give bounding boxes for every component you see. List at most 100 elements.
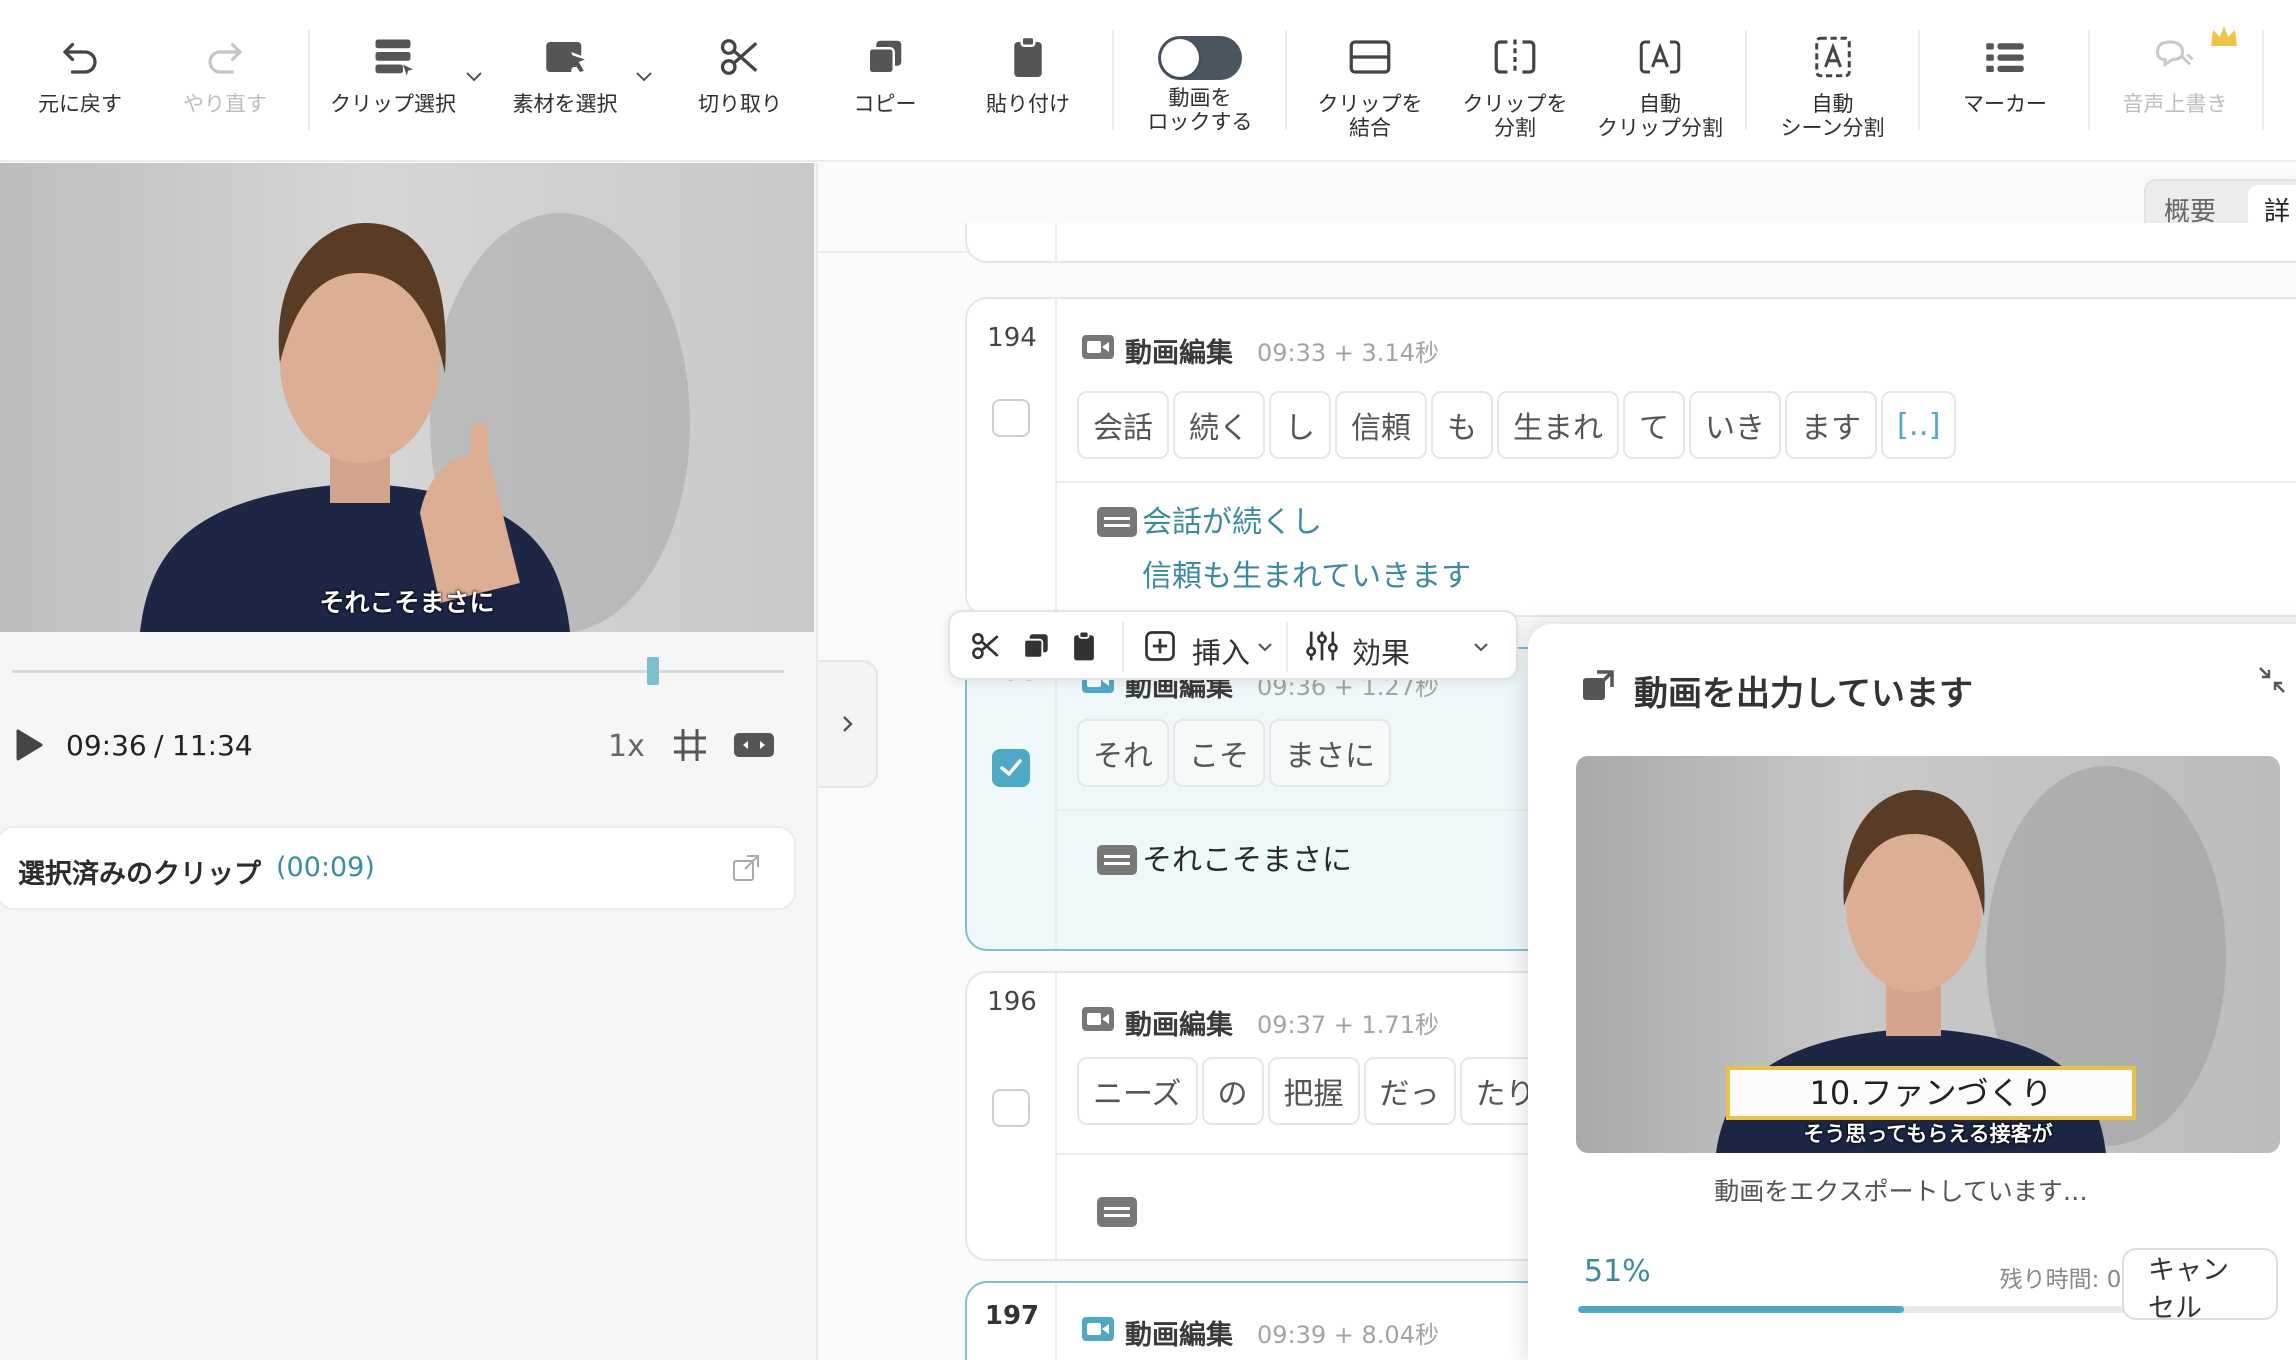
auto-scene-split-button[interactable]: 自動 シーン分割: [1760, 22, 1905, 152]
auto-clip-split-label: 自動 クリップ分割: [1597, 92, 1723, 140]
paste-button[interactable]: 貼り付け: [968, 22, 1088, 152]
clipboard-icon[interactable]: [1066, 628, 1102, 664]
presenter-figure-image: [140, 213, 690, 632]
clip-select-button[interactable]: クリップ選択: [318, 22, 468, 152]
merge-clip-button[interactable]: クリップを 結合: [1300, 22, 1440, 152]
panel-collapse-button[interactable]: [818, 660, 878, 788]
export-status-text: 動画をエクスポートしています…: [1714, 1177, 2088, 1206]
preview-subtitle: そう思ってもらえる接客が: [1803, 1122, 2053, 1146]
word-token[interactable]: だっ: [1363, 1057, 1456, 1125]
chevron-down-icon[interactable]: [1472, 638, 1490, 656]
cut-label: 切り取り: [698, 92, 782, 116]
word-token[interactable]: まさに: [1269, 719, 1391, 787]
cut-button[interactable]: 切り取り: [680, 22, 800, 152]
copy-button[interactable]: コピー: [825, 22, 945, 152]
chevron-down-icon[interactable]: [1256, 638, 1274, 656]
clip-checkbox[interactable]: [992, 399, 1030, 437]
marker-label: マーカー: [1963, 92, 2047, 116]
total-time: 11:34: [172, 729, 253, 762]
main-toolbar: 元に戻す やり直す クリップ選択 素材を選択 切り取り コピー 貼り付け 動画を…: [0, 0, 2296, 162]
word-token[interactable]: 信頼: [1335, 391, 1427, 459]
clip-title: 動画編集: [1125, 338, 1233, 369]
lock-video-toggle[interactable]: 動画を ロックする: [1135, 22, 1265, 152]
grid-icon[interactable]: [670, 725, 710, 765]
material-select-chevron-down-icon[interactable]: [632, 64, 656, 88]
clip-card-previous: [965, 223, 2296, 263]
word-token[interactable]: ニーズ: [1077, 1057, 1198, 1125]
marker-button[interactable]: マーカー: [1940, 22, 2070, 152]
undo-icon: [63, 42, 97, 74]
word-token[interactable]: の: [1201, 1057, 1264, 1125]
split-clip-button[interactable]: クリップを 分割: [1445, 22, 1585, 152]
word-token[interactable]: し: [1269, 391, 1331, 459]
clip-row-divider: [1057, 481, 2296, 483]
clip-card-194[interactable]: 194 動画編集 09:33 + 3.14秒 会話 続く し 信頼 も 生まれ …: [965, 297, 2296, 617]
effect-button[interactable]: 効果: [1352, 630, 1410, 672]
merge-clip-label: クリップを 結合: [1317, 92, 1423, 140]
subtitle-line[interactable]: それこそまさに: [1142, 833, 1352, 889]
word-token[interactable]: いき: [1689, 391, 1781, 459]
subtitle-icon: [1097, 1197, 1137, 1227]
marker-list-icon: [1986, 43, 2024, 72]
clip-title: 動画編集: [1125, 1320, 1233, 1351]
clip-divider: [1055, 299, 1057, 615]
premium-crown-icon: [2211, 26, 2237, 46]
toolbar-divider: [308, 30, 310, 130]
word-token[interactable]: 生まれ: [1497, 391, 1619, 459]
word-token[interactable]: ます: [1785, 391, 1877, 459]
word-token[interactable]: 続く: [1173, 391, 1265, 459]
word-token[interactable]: それ: [1077, 719, 1169, 787]
export-preview: 10.ファンづくり そう思ってもらえる接客が: [1576, 756, 2280, 1153]
insert-plus-icon[interactable]: [1142, 628, 1178, 664]
word-token[interactable]: 会話: [1077, 391, 1169, 459]
effects-sliders-icon[interactable]: [1304, 628, 1340, 664]
subtitle-icon: [1097, 845, 1137, 875]
word-token[interactable]: 把握: [1267, 1057, 1360, 1125]
seek-handle[interactable]: [646, 657, 659, 685]
selected-clips-card[interactable]: 選択済みのクリップ (00:09): [0, 826, 796, 910]
clip-select-chevron-down-icon[interactable]: [462, 64, 486, 88]
material-select-button[interactable]: 素材を選択: [495, 22, 635, 152]
word-token-row: 会話 続く し 信頼 も 生まれ て いき ます [‥]: [1077, 391, 1957, 459]
toolbar-divider: [1286, 622, 1288, 672]
auto-clip-split-button[interactable]: 自動 クリップ分割: [1585, 22, 1735, 152]
copy-icon[interactable]: [1018, 628, 1054, 664]
play-icon[interactable]: [14, 728, 44, 762]
word-token-row: ニーズ の 把握 だっ たり: [1077, 1057, 1552, 1125]
scissors-icon[interactable]: [968, 628, 1004, 664]
export-progress-panel: 動画を出力しています 10.ファンづくり そう思ってもらえる接客が 動画をエクス…: [1528, 624, 2296, 1360]
word-token[interactable]: も: [1431, 391, 1493, 459]
seek-bar[interactable]: [12, 670, 784, 673]
undo-button[interactable]: 元に戻す: [20, 22, 140, 152]
video-clip-icon: [1082, 1007, 1114, 1031]
external-link-icon[interactable]: [730, 852, 762, 884]
merge-clip-icon: [1349, 40, 1391, 74]
toolbar-divider: [2088, 30, 2090, 130]
word-token[interactable]: こそ: [1173, 719, 1265, 787]
split-clip-icon: [1494, 39, 1536, 75]
aspect-ratio-icon[interactable]: [733, 729, 775, 761]
clip-timestamp: 09:39 + 8.04秒: [1257, 1321, 1439, 1349]
selected-clips-title: 選択済みのクリップ: [18, 859, 261, 890]
video-preview[interactable]: それこそまさに: [0, 163, 814, 632]
clip-number: 197: [984, 1301, 1040, 1331]
clip-divider: [1055, 1283, 1057, 1360]
lock-toggle-switch[interactable]: [1158, 36, 1242, 80]
playback-speed-button[interactable]: 1x: [608, 729, 645, 764]
pause-token[interactable]: [‥]: [1881, 391, 1957, 459]
clip-checkbox-checked[interactable]: [992, 749, 1030, 787]
clip-divider: [1055, 973, 1057, 1259]
insert-button[interactable]: 挿入: [1192, 630, 1250, 672]
clip-checkbox[interactable]: [992, 1089, 1030, 1127]
redo-button[interactable]: やり直す: [165, 22, 285, 152]
word-token[interactable]: て: [1623, 391, 1685, 459]
toolbar-divider: [1122, 622, 1124, 672]
subtitle-line[interactable]: 信頼も生まれていきます: [1142, 549, 1471, 605]
copy-icon: [867, 40, 902, 75]
subtitle-line[interactable]: 会話が続くし: [1142, 495, 1322, 551]
minimize-icon[interactable]: [2254, 662, 2290, 698]
cancel-export-button[interactable]: キャン セル: [2122, 1248, 2278, 1324]
clip-number: 196: [987, 987, 1037, 1017]
video-clip-icon: [1082, 335, 1114, 359]
clipboard-icon: [1014, 35, 1042, 77]
